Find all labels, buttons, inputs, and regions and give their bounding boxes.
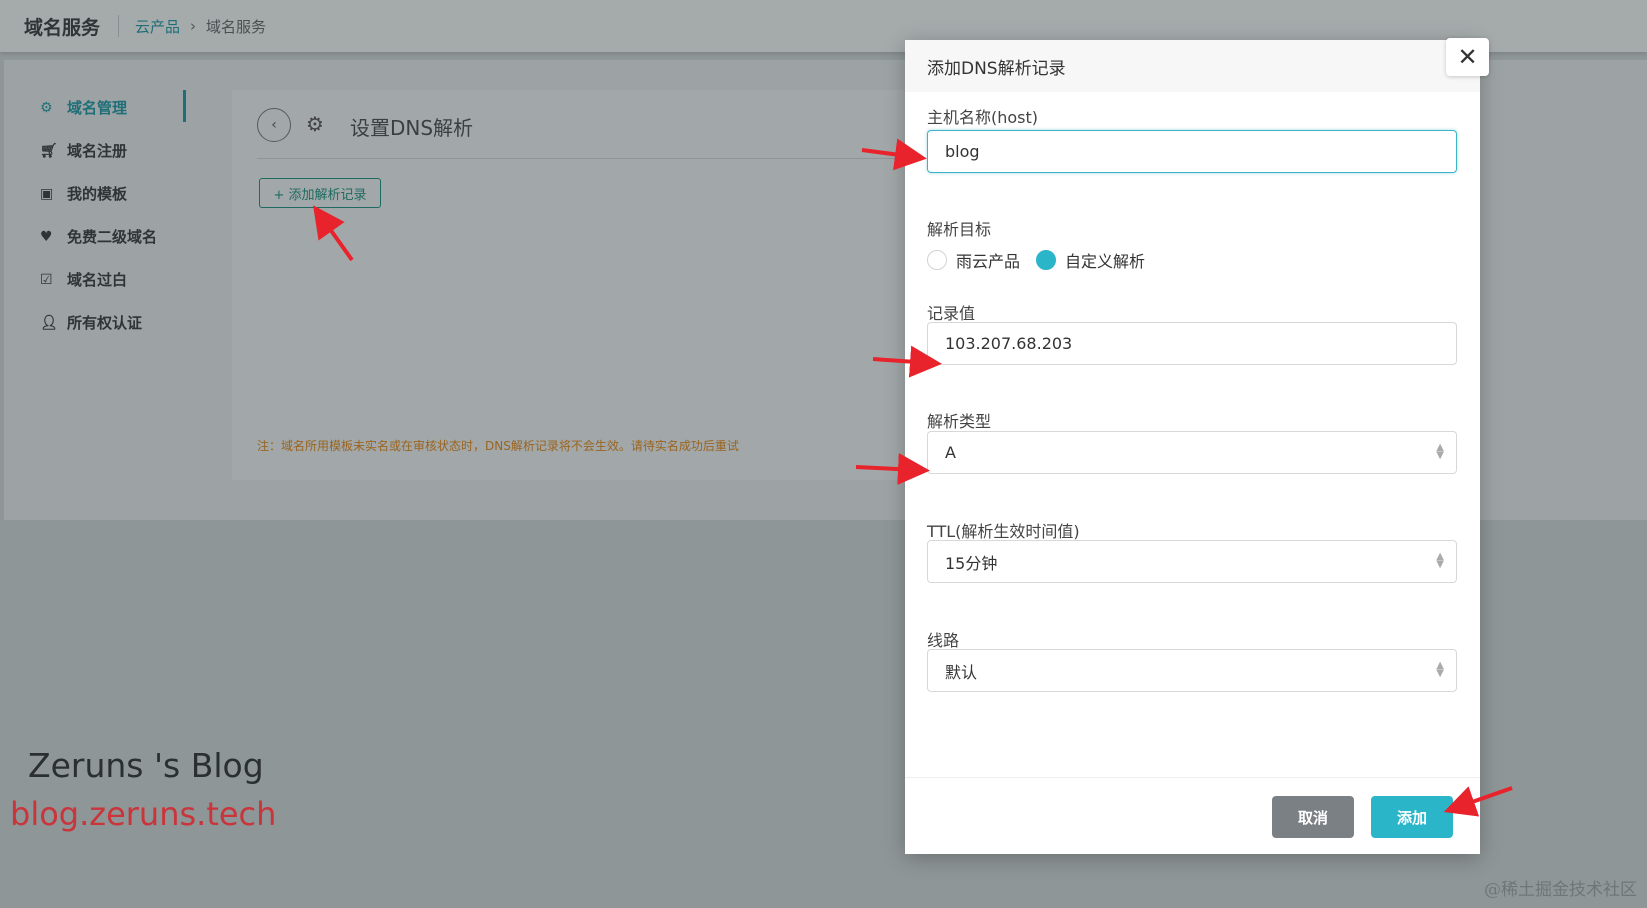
sidebar-item-label: 所有权认证: [67, 314, 143, 332]
radio-custom-resolution[interactable]: 自定义解析: [1036, 248, 1145, 272]
radio-checked-icon: [1036, 250, 1057, 270]
sidebar-item-my-templates[interactable]: ▣ 我的模板: [40, 172, 185, 215]
sidebar-item-label: 我的模板: [67, 185, 128, 203]
sidebar-item-ownership-verification[interactable]: 👤︎ 所有权认证: [40, 301, 185, 344]
sidebar-item-domain-management[interactable]: ⚙ 域名管理: [40, 86, 186, 129]
cancel-button[interactable]: 取消: [1272, 796, 1354, 838]
id-card-icon: ▣: [40, 185, 54, 202]
line-value: 默认: [945, 662, 978, 682]
host-input-value: blog: [945, 142, 980, 161]
sidebar-item-free-subdomain[interactable]: ♥ 免费二级域名: [40, 215, 185, 258]
sidebar-item-label: 域名注册: [67, 142, 128, 160]
watermark-blog-url: blog.zeruns.tech: [10, 795, 277, 833]
record-value-text: 103.207.68.203: [945, 334, 1073, 353]
breadcrumb-chevron-icon: ›: [190, 17, 197, 35]
radio-label: 自定义解析: [1065, 252, 1146, 271]
sidebar-item-domain-whitelist[interactable]: ☑ 域名过白: [40, 258, 185, 301]
user-check-icon: 👤︎: [40, 314, 58, 331]
dns-note: 注：域名所用模板未实名或在审核状态时，DNS解析记录将不会生效。请待实名成功后重…: [257, 439, 739, 453]
heart-icon: ♥: [40, 228, 53, 245]
select-caret-icon: ▲ ▼: [1436, 442, 1444, 461]
record-value-input[interactable]: 103.207.68.203: [927, 322, 1457, 365]
dialog-header: 添加DNS解析记录: [905, 40, 1480, 92]
breadcrumb-current: 域名服务: [206, 17, 267, 36]
dialog-title: 添加DNS解析记录: [927, 58, 1066, 79]
line-label: 线路: [927, 631, 960, 650]
ttl-value: 15分钟: [945, 553, 998, 573]
page-title: 设置DNS解析: [350, 116, 474, 140]
host-input[interactable]: blog: [927, 130, 1457, 173]
sidebar-item-label: 域名过白: [67, 271, 128, 289]
chevron-left-icon: ‹: [271, 117, 277, 133]
select-caret-icon: ▲ ▼: [1436, 660, 1444, 679]
main-card: [232, 90, 932, 480]
host-label: 主机名称(host): [927, 108, 1039, 127]
breadcrumb-cloud-products[interactable]: 云产品: [135, 16, 180, 37]
dialog-footer-divider: [905, 777, 1480, 778]
app-title: 域名服务: [24, 16, 101, 39]
radio-label: 雨云产品: [956, 252, 1021, 271]
title-divider: [257, 158, 932, 159]
close-icon: ✕: [1457, 43, 1478, 71]
close-button[interactable]: ✕: [1446, 38, 1489, 76]
record-type-value: A: [945, 443, 956, 462]
sidebar-item-label: 域名管理: [67, 99, 128, 117]
gears-icon: ⚙: [306, 112, 324, 136]
record-type-select[interactable]: A ▲ ▼: [927, 431, 1457, 474]
header-divider: [118, 15, 120, 37]
record-type-label: 解析类型: [927, 412, 992, 431]
radio-rainyun-product[interactable]: 雨云产品: [927, 248, 1020, 272]
target-label: 解析目标: [927, 220, 992, 239]
back-button[interactable]: ‹: [257, 108, 291, 142]
line-select[interactable]: 默认 ▲ ▼: [927, 649, 1457, 692]
add-button[interactable]: 添加: [1371, 796, 1453, 838]
ttl-select[interactable]: 15分钟 ▲ ▼: [927, 540, 1457, 583]
add-dns-record-dialog: 添加DNS解析记录 主机名称(host) blog 解析目标 雨云产品 自定义解…: [905, 40, 1480, 854]
select-caret-icon: ▲ ▼: [1436, 551, 1444, 570]
target-radio-group: 雨云产品 自定义解析: [927, 248, 1161, 272]
cart-icon: 🛒︎: [40, 142, 58, 159]
record-value-label: 记录值: [927, 304, 976, 323]
watermark-corner: @稀土掘金技术社区: [1484, 880, 1637, 900]
checkbox-icon: ☑: [40, 271, 53, 288]
sidebar: ⚙ 域名管理 🛒︎ 域名注册 ▣ 我的模板 ♥ 免费二级域名 ☑ 域名过白 👤︎…: [40, 86, 186, 344]
gears-icon: ⚙: [40, 99, 53, 116]
ttl-label: TTL(解析生效时间值): [927, 522, 1080, 541]
sidebar-item-domain-registration[interactable]: 🛒︎ 域名注册: [40, 129, 185, 172]
add-record-button[interactable]: + 添加解析记录: [259, 178, 381, 208]
watermark-blog-name: Zeruns 's Blog: [28, 746, 264, 785]
radio-unchecked-icon: [927, 250, 947, 270]
sidebar-item-label: 免费二级域名: [67, 228, 158, 246]
